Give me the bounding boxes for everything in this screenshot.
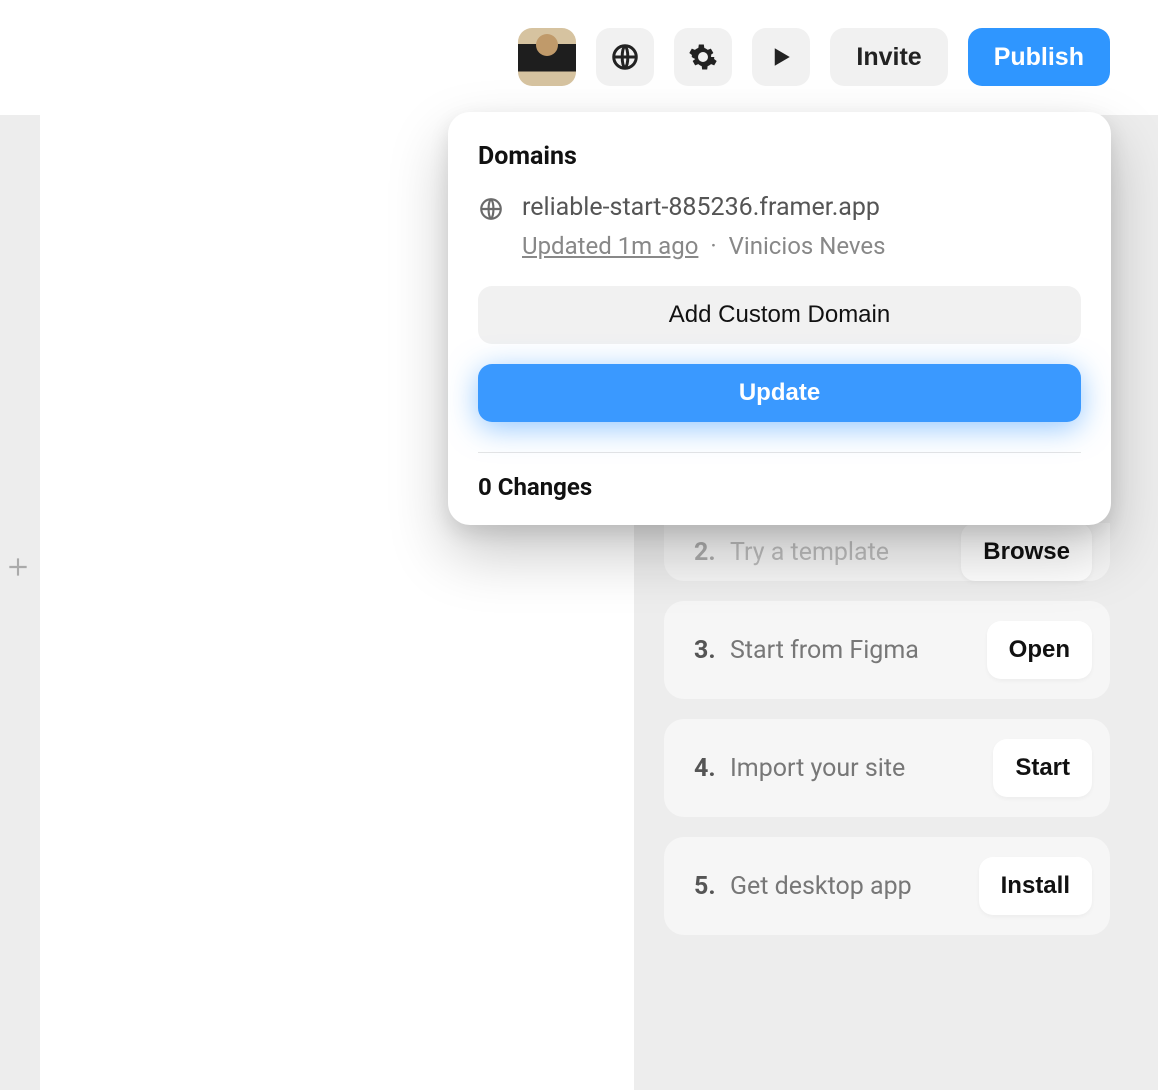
- step-action-browse[interactable]: Browse: [961, 523, 1092, 581]
- step-label: Try a template: [730, 538, 889, 567]
- avatar[interactable]: [518, 28, 576, 86]
- globe-button[interactable]: [596, 28, 654, 86]
- publish-popover: Domains reliable-start-885236.framer.app…: [448, 112, 1111, 525]
- play-icon: [766, 42, 796, 72]
- preview-button[interactable]: [752, 28, 810, 86]
- domain-meta: Updated 1m ago · Vinicios Neves: [522, 232, 886, 260]
- step-number: 4.: [694, 754, 716, 783]
- step-card: 3. Start from Figma Open: [664, 601, 1110, 699]
- plus-icon: [5, 554, 31, 580]
- divider: [478, 452, 1081, 453]
- invite-button[interactable]: Invite: [830, 28, 947, 86]
- publish-button[interactable]: Publish: [968, 28, 1110, 86]
- step-card: 2. Try a template Browse: [664, 523, 1110, 581]
- top-toolbar: Invite Publish: [518, 28, 1110, 86]
- domain-url[interactable]: reliable-start-885236.framer.app: [522, 193, 886, 222]
- settings-button[interactable]: [674, 28, 732, 86]
- step-label: Import your site: [730, 754, 905, 783]
- step-number: 5.: [694, 872, 716, 901]
- update-button[interactable]: Update: [478, 364, 1081, 422]
- author-name: Vinicios Neves: [729, 232, 886, 260]
- step-card: 5. Get desktop app Install: [664, 837, 1110, 935]
- step-action-open[interactable]: Open: [987, 621, 1092, 679]
- step-label: Start from Figma: [730, 636, 919, 665]
- onboarding-steps: 2. Try a template Browse 3. Start from F…: [664, 523, 1110, 935]
- changes-count: 0 Changes: [478, 473, 1081, 501]
- add-page-button[interactable]: [0, 533, 36, 601]
- step-number: 3.: [694, 636, 716, 665]
- step-number: 2.: [694, 538, 716, 567]
- gear-icon: [688, 42, 718, 72]
- updated-label[interactable]: Updated 1m ago: [522, 232, 698, 260]
- step-card: 4. Import your site Start: [664, 719, 1110, 817]
- meta-separator: ·: [710, 232, 716, 260]
- popover-title: Domains: [478, 142, 1081, 171]
- step-label: Get desktop app: [730, 872, 912, 901]
- add-custom-domain-button[interactable]: Add Custom Domain: [478, 286, 1081, 344]
- step-action-start[interactable]: Start: [993, 739, 1092, 797]
- step-action-install[interactable]: Install: [979, 857, 1092, 915]
- globe-icon: [610, 42, 640, 72]
- domain-row: reliable-start-885236.framer.app Updated…: [478, 193, 1081, 260]
- globe-icon: [478, 196, 504, 226]
